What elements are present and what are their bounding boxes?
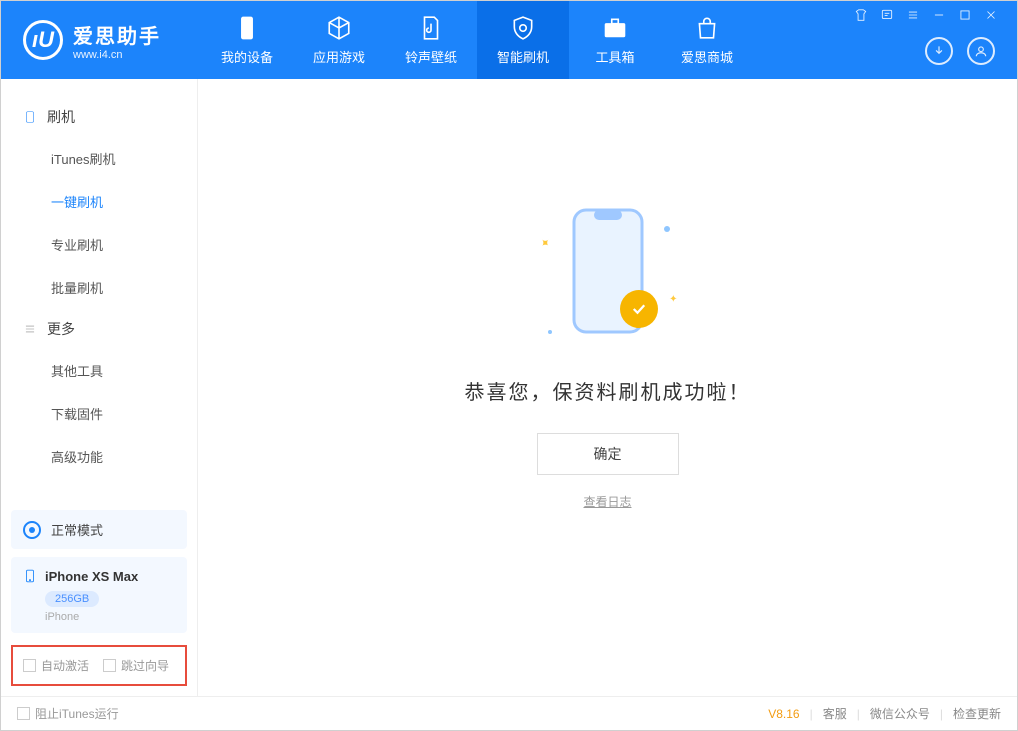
app-header: ıU 爱思助手 www.i4.cn 我的设备 应用游戏 铃声壁纸 智能刷机 工具…	[1, 1, 1017, 79]
sidebar-item-batch-flash[interactable]: 批量刷机	[1, 266, 197, 309]
flash-options-box: 自动激活 跳过向导	[11, 645, 187, 686]
window-controls	[853, 1, 1007, 23]
sidebar-item-other-tools[interactable]: 其他工具	[1, 349, 197, 392]
success-illustration: ✦ ✦	[518, 206, 698, 356]
sidebar-group-flash: 刷机	[1, 97, 197, 137]
device-type: iPhone	[45, 611, 175, 623]
sidebar-item-pro-flash[interactable]: 专业刷机	[1, 223, 197, 266]
user-button[interactable]	[967, 37, 995, 65]
app-subtitle: www.i4.cn	[73, 49, 161, 61]
device-storage-badge: 256GB	[45, 591, 99, 607]
device-mode-label: 正常模式	[51, 520, 103, 539]
version-label: V8.16	[768, 707, 799, 721]
check-circle-icon	[620, 290, 658, 328]
shirt-icon[interactable]	[853, 7, 869, 23]
tab-toolbox[interactable]: 工具箱	[569, 1, 661, 79]
dot-icon	[664, 226, 670, 232]
sidebar-group-label: 刷机	[47, 107, 75, 127]
tab-label: 铃声壁纸	[405, 47, 457, 66]
footer-link-support[interactable]: 客服	[823, 705, 847, 722]
view-log-link[interactable]: 查看日志	[583, 493, 631, 510]
phone-outline-icon	[23, 567, 37, 585]
device-info-box[interactable]: iPhone XS Max 256GB iPhone	[11, 557, 187, 633]
mode-indicator-icon	[23, 521, 41, 539]
bag-icon	[694, 15, 720, 41]
tab-label: 工具箱	[595, 47, 634, 66]
device-name: iPhone XS Max	[45, 569, 138, 584]
menu-icon[interactable]	[905, 7, 921, 23]
sparkle-icon: ✦	[536, 234, 553, 251]
app-title: 爱思助手	[73, 20, 161, 49]
footer-link-update[interactable]: 检查更新	[953, 705, 1001, 722]
tab-label: 智能刷机	[497, 47, 549, 66]
sidebar-group-more: 更多	[1, 309, 197, 349]
phone-icon	[234, 15, 260, 41]
dot-icon	[548, 330, 552, 334]
app-logo: ıU 爱思助手 www.i4.cn	[1, 20, 201, 61]
ok-button[interactable]: 确定	[537, 433, 679, 475]
footer-link-wechat[interactable]: 微信公众号	[870, 705, 930, 722]
maximize-icon[interactable]	[957, 7, 973, 23]
checkbox-auto-activate[interactable]: 自动激活	[23, 657, 89, 674]
device-icon	[23, 110, 37, 124]
feedback-icon[interactable]	[879, 7, 895, 23]
checkbox-block-itunes[interactable]: 阻止iTunes运行	[17, 705, 119, 722]
nav-tabs: 我的设备 应用游戏 铃声壁纸 智能刷机 工具箱 爱思商城	[201, 1, 753, 79]
sidebar-item-itunes-flash[interactable]: iTunes刷机	[1, 137, 197, 180]
checkbox-label: 阻止iTunes运行	[35, 705, 119, 722]
close-icon[interactable]	[983, 7, 999, 23]
logo-icon: ıU	[23, 20, 63, 60]
tab-smart-flash[interactable]: 智能刷机	[477, 1, 569, 79]
sidebar-item-advanced[interactable]: 高级功能	[1, 435, 197, 478]
minimize-icon[interactable]	[931, 7, 947, 23]
main-content: ✦ ✦ 恭喜您，保资料刷机成功啦！ 确定 查看日志	[198, 79, 1017, 696]
tab-my-device[interactable]: 我的设备	[201, 1, 293, 79]
download-button[interactable]	[925, 37, 953, 65]
device-mode-box[interactable]: 正常模式	[11, 510, 187, 549]
sidebar-item-oneclick-flash[interactable]: 一键刷机	[1, 180, 197, 223]
menu-lines-icon	[23, 322, 37, 336]
sidebar-group-label: 更多	[47, 319, 75, 339]
checkbox-skip-guide[interactable]: 跳过向导	[103, 657, 169, 674]
tab-apps-games[interactable]: 应用游戏	[293, 1, 385, 79]
checkbox-label: 自动激活	[41, 657, 89, 674]
sidebar-item-download-firmware[interactable]: 下载固件	[1, 392, 197, 435]
music-file-icon	[418, 15, 444, 41]
tab-ringtone-wallpaper[interactable]: 铃声壁纸	[385, 1, 477, 79]
tab-label: 我的设备	[221, 47, 273, 66]
checkbox-label: 跳过向导	[121, 657, 169, 674]
tab-label: 应用游戏	[313, 47, 365, 66]
sidebar: 刷机 iTunes刷机 一键刷机 专业刷机 批量刷机 更多 其他工具 下载固件 …	[1, 79, 198, 696]
tab-store[interactable]: 爱思商城	[661, 1, 753, 79]
briefcase-icon	[602, 15, 628, 41]
success-message: 恭喜您，保资料刷机成功啦！	[465, 376, 751, 405]
shield-refresh-icon	[510, 15, 536, 41]
tab-label: 爱思商城	[681, 47, 733, 66]
status-bar: 阻止iTunes运行 V8.16 | 客服 | 微信公众号 | 检查更新	[1, 696, 1017, 730]
sparkle-icon: ✦	[669, 294, 677, 305]
cube-icon	[326, 15, 352, 41]
